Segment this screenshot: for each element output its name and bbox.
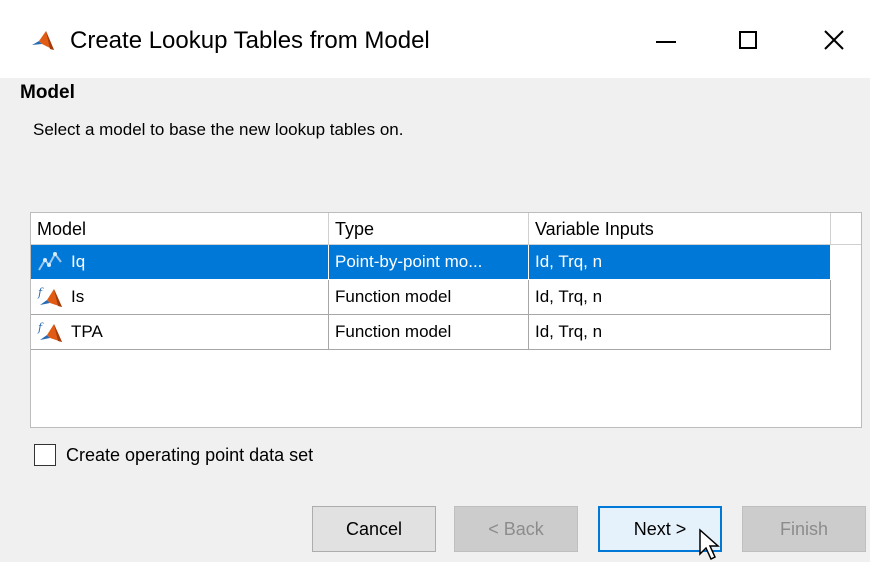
table-row[interactable]: Iq Point-by-point mo... Id, Trq, n <box>31 245 831 280</box>
model-name: Is <box>71 287 85 306</box>
title-bar: Create Lookup Tables from Model <box>0 0 870 78</box>
back-button[interactable]: < Back <box>454 506 578 552</box>
cancel-button[interactable]: Cancel <box>312 506 436 552</box>
models-table[interactable]: Model Type Variable Inputs Iq Point-by-p… <box>30 212 862 428</box>
model-name-cell[interactable]: f TPA <box>31 315 329 350</box>
model-name-cell[interactable]: Iq <box>31 245 329 280</box>
maximize-button[interactable] <box>718 14 778 66</box>
table-row[interactable]: f TPA Function model Id, Trq, n <box>31 315 831 350</box>
window-title: Create Lookup Tables from Model <box>70 27 430 54</box>
svg-text:f: f <box>37 286 44 299</box>
model-inputs-cell[interactable]: Id, Trq, n <box>529 245 831 280</box>
dialog-body: Model Select a model to base the new loo… <box>0 78 870 562</box>
model-type-cell[interactable]: Function model <box>329 315 529 350</box>
mouse-pointer-icon <box>699 528 720 561</box>
close-button[interactable] <box>804 14 864 66</box>
minimize-icon <box>656 41 676 43</box>
section-heading: Model <box>20 82 75 103</box>
create-operating-point-checkbox[interactable] <box>34 444 56 466</box>
table-row[interactable]: f Is Function model Id, Trq, n <box>31 280 831 315</box>
maximize-icon <box>739 31 757 49</box>
column-header-filler <box>831 213 861 245</box>
section-description: Select a model to base the new lookup ta… <box>33 120 404 139</box>
close-icon <box>824 30 844 50</box>
point-by-point-model-icon <box>38 252 62 271</box>
model-type-cell[interactable]: Function model <box>329 280 529 315</box>
table-header: Model Type Variable Inputs <box>31 213 861 245</box>
column-header-model[interactable]: Model <box>31 213 329 245</box>
minimize-button[interactable] <box>636 14 696 66</box>
model-name: TPA <box>71 322 103 341</box>
model-inputs-cell[interactable]: Id, Trq, n <box>529 315 831 350</box>
create-operating-point-label[interactable]: Create operating point data set <box>66 442 313 468</box>
model-inputs-cell[interactable]: Id, Trq, n <box>529 280 831 315</box>
model-name-cell[interactable]: f Is <box>31 280 329 315</box>
column-header-type[interactable]: Type <box>329 213 529 245</box>
column-header-variable-inputs[interactable]: Variable Inputs <box>529 213 831 245</box>
matlab-function-icon: f <box>37 286 62 307</box>
model-type-cell[interactable]: Point-by-point mo... <box>329 245 529 280</box>
model-name: Iq <box>71 252 86 271</box>
matlab-app-icon <box>30 28 56 54</box>
finish-button[interactable]: Finish <box>742 506 866 552</box>
matlab-function-icon: f <box>37 321 62 342</box>
svg-text:f: f <box>37 321 44 334</box>
